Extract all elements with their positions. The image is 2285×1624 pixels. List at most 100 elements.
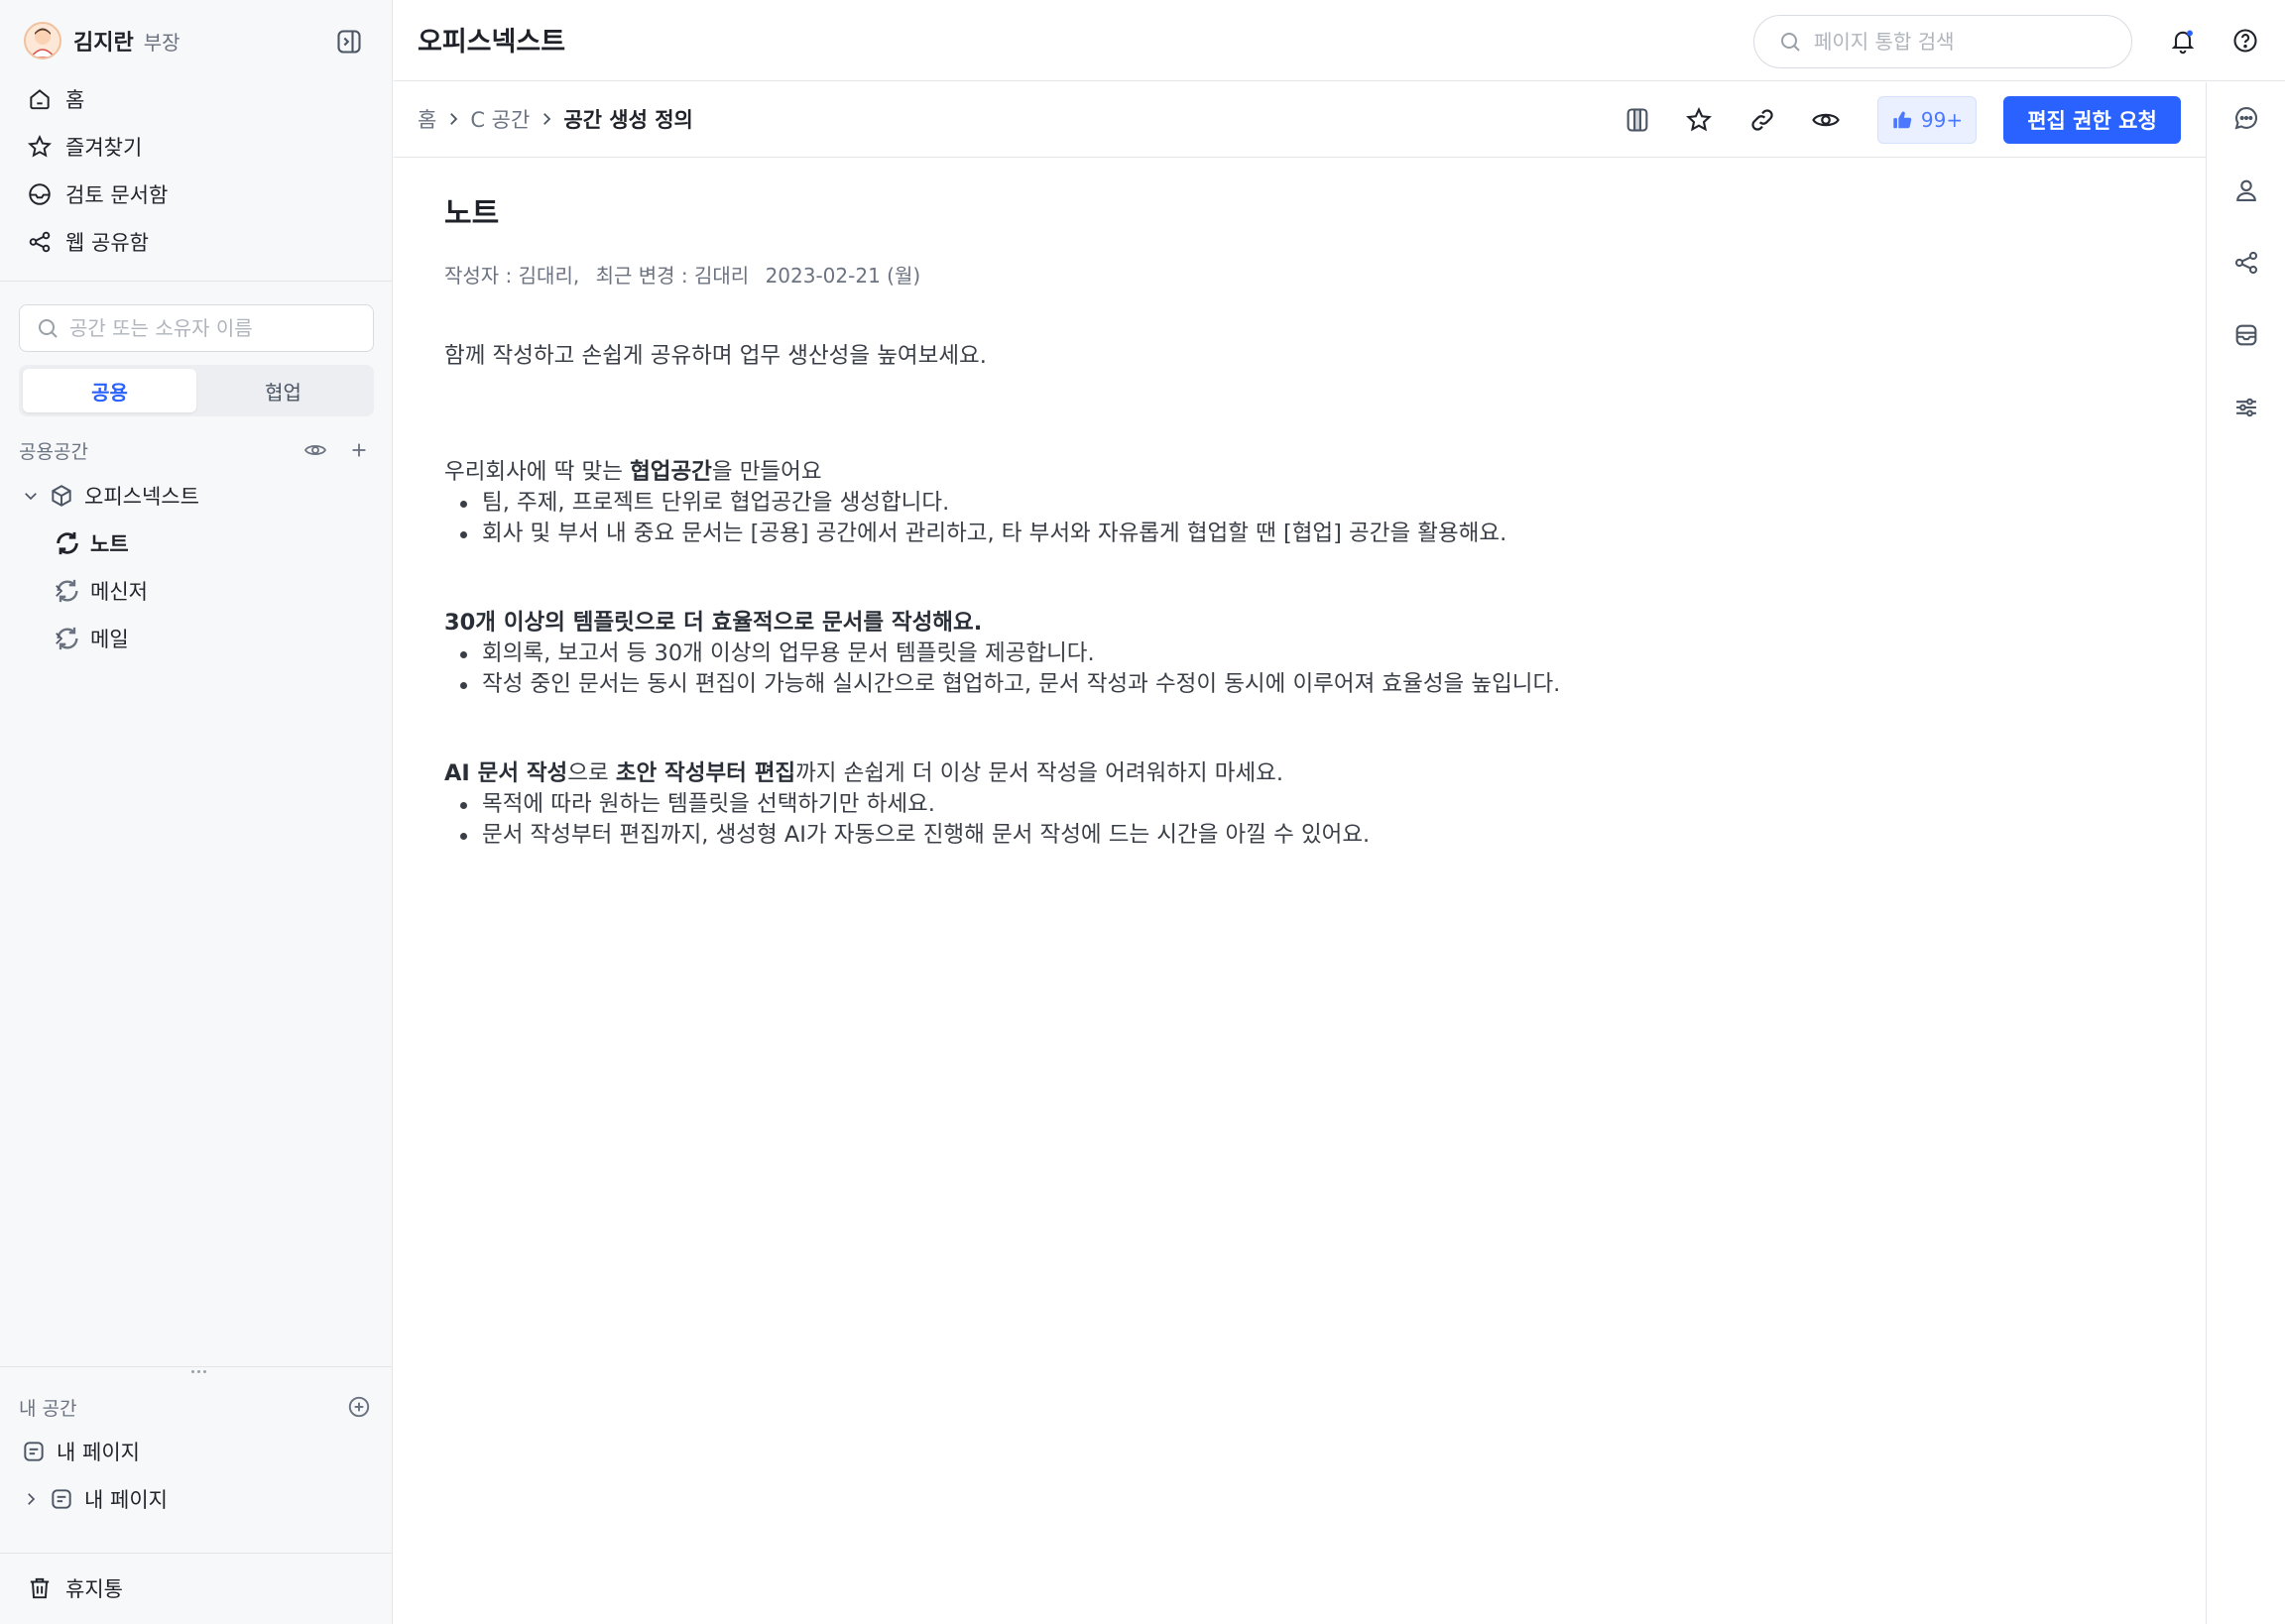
search-icon: [36, 316, 60, 340]
tree-item-note[interactable]: 노트: [19, 520, 376, 567]
chevron-down-icon[interactable]: [19, 484, 43, 508]
document-body: 노트 작성자 : 김대리, 최근 변경 : 김대리 2023-02-21 (월)…: [444, 188, 2170, 851]
tree-item-label: 오피스넥스트: [84, 485, 199, 509]
panel-toggle-icon[interactable]: [1620, 102, 1655, 138]
tab-public[interactable]: 공용: [23, 369, 196, 412]
bullet-list: 팀, 주제, 프로젝트 단위로 협업공간을 생성합니다. 회사 및 부서 내 중…: [444, 488, 2170, 549]
comment-icon[interactable]: [2228, 100, 2264, 136]
section-heading: 우리회사에 딱 맞는 협업공간을 만들어요: [444, 457, 2170, 488]
breadcrumb-item[interactable]: C 공간: [470, 104, 530, 134]
help-icon[interactable]: [2228, 24, 2262, 58]
sidebar-resize-handle[interactable]: [188, 1366, 208, 1376]
share-icon[interactable]: [2228, 245, 2264, 281]
add-page-icon[interactable]: [344, 1392, 374, 1422]
chevron-right-icon[interactable]: [19, 1487, 43, 1511]
tree-item-messenger[interactable]: 메신저: [19, 567, 376, 615]
breadcrumb-current: 공간 생성 정의: [563, 108, 693, 132]
tree-item-mail[interactable]: 메일: [19, 615, 376, 662]
bell-icon[interactable]: [2166, 24, 2200, 58]
link-icon[interactable]: [1744, 102, 1780, 138]
public-space-header: 공용공간: [19, 434, 374, 466]
page-icon: [19, 1437, 49, 1466]
trash-icon: [24, 1572, 56, 1604]
my-page-item[interactable]: 내 페이지: [19, 1428, 376, 1475]
document-intro: 함께 작성하고 손쉽게 공유하며 업무 생산성을 높여보세요.: [444, 343, 987, 369]
eye-icon[interactable]: [301, 435, 330, 465]
inbox-icon: [24, 178, 56, 210]
heading-bold: 협업공간: [630, 459, 712, 485]
tree-item-label: 메일: [90, 628, 129, 651]
space-search-input[interactable]: [69, 316, 357, 340]
list-item: 문서 작성부터 편집까지, 생성형 AI가 자동으로 진행해 문서 작성에 드는…: [444, 820, 2170, 851]
user-profile[interactable]: 김지란 부장: [24, 20, 180, 61]
eye-icon[interactable]: [1808, 102, 1844, 138]
star-icon: [24, 131, 56, 163]
heading-bold: AI 문서 작성: [444, 760, 568, 786]
list-item: 팀, 주제, 프로젝트 단위로 협업공간을 생성합니다.: [444, 488, 2170, 519]
tree-item-label: 메신저: [90, 580, 148, 604]
tab-collab[interactable]: 협업: [196, 369, 370, 412]
archive-icon[interactable]: [2228, 317, 2264, 353]
global-search-field[interactable]: [1753, 15, 2132, 68]
heading-text: 까지 손쉽게 더 이상 문서 작성을 어려워하지 마세요.: [795, 760, 1284, 786]
nav-item-home[interactable]: 홈: [24, 75, 371, 123]
request-edit-permission-button[interactable]: 편집 권한 요청: [2003, 96, 2181, 144]
chevron-right-icon: [536, 108, 557, 130]
section-heading: AI 문서 작성으로 초안 작성부터 편집까지 손쉽게 더 이상 문서 작성을 …: [444, 758, 2170, 789]
space-type-tabs: 공용 협업: [19, 365, 374, 416]
settings-sliders-icon[interactable]: [2228, 390, 2264, 425]
right-rail: [2206, 82, 2285, 1624]
list-item: 회사 및 부서 내 중요 문서는 [공용] 공간에서 관리하고, 타 부서와 자…: [444, 519, 2170, 549]
breadcrumb: 홈 C 공간 공간 생성 정의: [418, 104, 693, 134]
user-title: 부장: [143, 30, 180, 55]
my-space-tree: 내 페이지 내 페이지: [19, 1428, 376, 1523]
sidebar-collapse-icon[interactable]: [333, 26, 365, 58]
top-header: 오피스넥스트: [394, 0, 2285, 81]
divider: [0, 1553, 393, 1554]
search-icon: [1778, 30, 1802, 54]
heading-bold: 초안 작성부터 편집: [615, 760, 796, 786]
page-icon: [47, 1484, 76, 1514]
global-search-input[interactable]: [1814, 30, 2111, 54]
nav-item-review-inbox[interactable]: 검토 문서함: [24, 171, 371, 218]
share-icon: [24, 226, 56, 258]
heading-text: 우리회사에 딱 맞는: [444, 459, 631, 485]
page-title: 오피스넥스트: [418, 27, 566, 58]
chevron-right-icon[interactable]: [47, 579, 70, 603]
star-icon[interactable]: [1681, 102, 1717, 138]
tree-item-label: 노트: [90, 532, 129, 556]
trash-label: 휴지통: [65, 1577, 123, 1601]
bullet-list: 회의록, 보고서 등 30개 이상의 업무용 문서 템플릿을 제공합니다. 작성…: [444, 638, 2170, 700]
my-page-item[interactable]: 내 페이지: [19, 1475, 376, 1523]
person-icon[interactable]: [2228, 173, 2264, 208]
section-collab-space: 우리회사에 딱 맞는 협업공간을 만들어요 팀, 주제, 프로젝트 단위로 협업…: [444, 457, 2170, 549]
nav-item-label: 검토 문서함: [65, 183, 169, 207]
document-date: 2023-02-21 (월): [765, 264, 921, 288]
section-templates: 30개 이상의 템플릿으로 더 효율적으로 문서를 작성해요. 회의록, 보고서…: [444, 608, 2170, 700]
tree-item-officenext[interactable]: 오피스넥스트: [19, 472, 376, 520]
divider: [0, 281, 393, 282]
breadcrumb-item[interactable]: 홈: [418, 104, 436, 134]
nav-item-favorites[interactable]: 즐겨찾기: [24, 123, 371, 171]
like-button[interactable]: 99+: [1877, 96, 1977, 144]
public-space-title: 공용공간: [19, 440, 88, 463]
thumbs-up-icon: [1891, 109, 1913, 131]
heading-text: 으로: [567, 760, 616, 786]
trash-button[interactable]: 휴지통: [24, 1565, 123, 1612]
space-search-field[interactable]: [19, 304, 374, 352]
document-modified-by: 최근 변경 : 김대리: [595, 264, 750, 288]
nav-item-web-share[interactable]: 웹 공유함: [24, 218, 371, 266]
chevron-right-icon[interactable]: [47, 627, 70, 650]
home-icon: [24, 83, 56, 115]
heading-text: 을 만들어요: [711, 459, 822, 485]
my-space-header: 내 공간: [19, 1391, 374, 1423]
main-nav: 홈 즐겨찾기 검토 문서함 웹 공유함: [24, 75, 371, 266]
section-heading: 30개 이상의 템플릿으로 더 효율적으로 문서를 작성해요.: [444, 608, 2170, 638]
user-name: 김지란: [73, 31, 134, 56]
cube-icon: [47, 481, 76, 511]
like-count: 99+: [1920, 108, 1964, 132]
add-space-icon[interactable]: [344, 435, 374, 465]
my-space-title: 내 공간: [19, 1397, 77, 1420]
sidebar: 김지란 부장 홈 즐겨찾기 검토 문서함 웹 공유함 공간 또는 소유자 이름 …: [0, 0, 393, 1624]
document-title: 노트: [444, 196, 500, 231]
